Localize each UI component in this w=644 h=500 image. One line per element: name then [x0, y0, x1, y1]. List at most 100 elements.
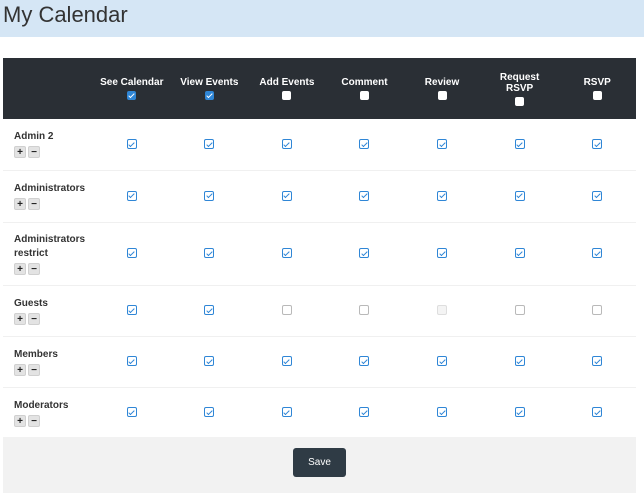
title-bar: My Calendar [0, 0, 644, 37]
permission-cell [93, 285, 171, 336]
permission-checkbox[interactable] [514, 305, 525, 316]
permission-checkbox[interactable] [437, 407, 448, 418]
permission-checkbox[interactable] [281, 305, 292, 316]
permission-checkbox[interactable] [204, 248, 215, 259]
permission-checkbox[interactable] [514, 248, 525, 259]
permission-checkbox[interactable] [359, 248, 370, 259]
permission-checkbox[interactable] [126, 190, 137, 201]
permission-cell [93, 222, 171, 285]
group-cell: Administrators restrict + − [3, 222, 93, 285]
column-label: Review [424, 77, 460, 88]
group-cell: Guests + − [3, 285, 93, 336]
group-cell: Moderators + − [3, 387, 93, 438]
row-controls: + − [14, 363, 93, 376]
column-label: RSVP [583, 77, 611, 88]
permission-checkbox[interactable] [281, 190, 292, 201]
column-header-6: RSVP [558, 58, 636, 119]
permission-checkbox[interactable] [592, 356, 603, 367]
permission-checkbox[interactable] [592, 305, 603, 316]
permission-checkbox[interactable] [437, 248, 448, 259]
row-controls: + − [14, 312, 93, 325]
select-all-checkbox[interactable] [204, 91, 214, 100]
permission-cell [248, 119, 326, 170]
permission-checkbox[interactable] [359, 139, 370, 150]
plus-button[interactable]: + [14, 262, 26, 275]
permission-cell [171, 119, 249, 170]
permission-checkbox[interactable] [281, 248, 292, 259]
plus-button[interactable]: + [14, 414, 26, 427]
permission-checkbox[interactable] [514, 356, 525, 367]
permission-checkbox[interactable] [281, 356, 292, 367]
permission-cell [326, 119, 404, 170]
permission-checkbox[interactable] [204, 305, 215, 316]
permission-checkbox[interactable] [359, 305, 370, 316]
select-all-checkbox[interactable] [127, 91, 137, 100]
column-label: Add Events [259, 77, 315, 88]
group-name: Administrators restrict [14, 233, 86, 259]
plus-button[interactable]: + [14, 198, 26, 210]
column-header-5: Request RSVP [481, 58, 559, 119]
permission-cell [248, 387, 326, 438]
permission-cell [171, 222, 249, 285]
table-row: Administrators restrict + − [3, 222, 636, 285]
permission-checkbox[interactable] [437, 190, 448, 201]
permission-cell [93, 170, 171, 222]
plus-button[interactable]: + [14, 363, 26, 376]
permission-checkbox[interactable] [126, 356, 137, 367]
minus-button[interactable]: − [28, 414, 40, 427]
permission-checkbox[interactable] [359, 190, 370, 201]
column-label: View Events [180, 77, 239, 88]
permission-cell [248, 285, 326, 336]
permission-checkbox[interactable] [437, 139, 448, 150]
select-all-checkbox[interactable] [437, 91, 447, 100]
group-cell: Administrators + − [3, 170, 93, 222]
permission-checkbox[interactable] [514, 190, 525, 201]
minus-button[interactable]: − [28, 146, 40, 159]
permission-checkbox[interactable] [359, 407, 370, 418]
permission-checkbox[interactable] [514, 139, 525, 150]
select-all-checkbox[interactable] [515, 96, 525, 106]
minus-button[interactable]: − [28, 198, 40, 210]
column-label: See Calendar [100, 77, 164, 88]
permission-checkbox[interactable] [204, 190, 215, 201]
permission-checkbox[interactable] [592, 407, 603, 418]
group-name: Guests [14, 297, 48, 309]
plus-button[interactable]: + [14, 146, 26, 159]
permission-checkbox[interactable] [204, 356, 215, 367]
permission-cell [481, 285, 559, 336]
permission-cell [93, 119, 171, 170]
save-button[interactable]: Save [293, 448, 346, 477]
permission-checkbox[interactable] [514, 407, 525, 418]
permission-checkbox[interactable] [592, 190, 603, 201]
row-controls: + − [14, 414, 93, 427]
permission-checkbox[interactable] [204, 407, 215, 418]
permission-checkbox[interactable] [281, 139, 292, 150]
column-header-0: See Calendar [93, 58, 171, 119]
permission-checkbox[interactable] [204, 139, 215, 150]
minus-button[interactable]: − [28, 262, 40, 275]
permission-cell [326, 222, 404, 285]
permission-checkbox[interactable] [281, 407, 292, 418]
select-all-checkbox[interactable] [282, 91, 292, 100]
select-all-checkbox[interactable] [592, 91, 602, 100]
permission-cell [481, 222, 559, 285]
select-all-checkbox[interactable] [359, 91, 369, 100]
permission-checkbox[interactable] [126, 139, 137, 150]
permission-checkbox[interactable] [592, 139, 603, 150]
permission-cell [171, 336, 249, 387]
permission-checkbox[interactable] [359, 356, 370, 367]
permission-checkbox[interactable] [437, 356, 448, 367]
group-column-header [3, 58, 93, 119]
permission-checkbox[interactable] [126, 407, 137, 418]
permission-checkbox[interactable] [592, 248, 603, 259]
permission-checkbox[interactable] [126, 305, 137, 316]
plus-button[interactable]: + [14, 312, 26, 325]
table-header-row: See Calendar View Events Add Events Comment… [3, 58, 636, 119]
permission-checkbox[interactable] [126, 248, 137, 259]
permission-cell [326, 285, 404, 336]
minus-button[interactable]: − [28, 312, 40, 325]
permission-cell [481, 119, 559, 170]
column-header-4: Review [403, 58, 481, 119]
table-row: Administrators + − [3, 170, 636, 222]
minus-button[interactable]: − [28, 363, 40, 376]
